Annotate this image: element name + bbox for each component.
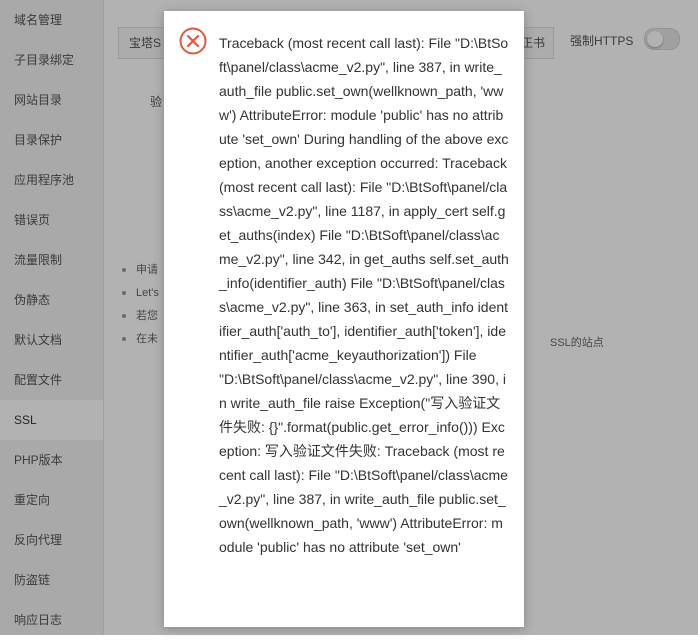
error-message: Traceback (most recent call last): File … bbox=[219, 35, 509, 555]
error-circle-x-icon bbox=[179, 27, 207, 55]
error-dialog: Traceback (most recent call last): File … bbox=[164, 11, 524, 627]
